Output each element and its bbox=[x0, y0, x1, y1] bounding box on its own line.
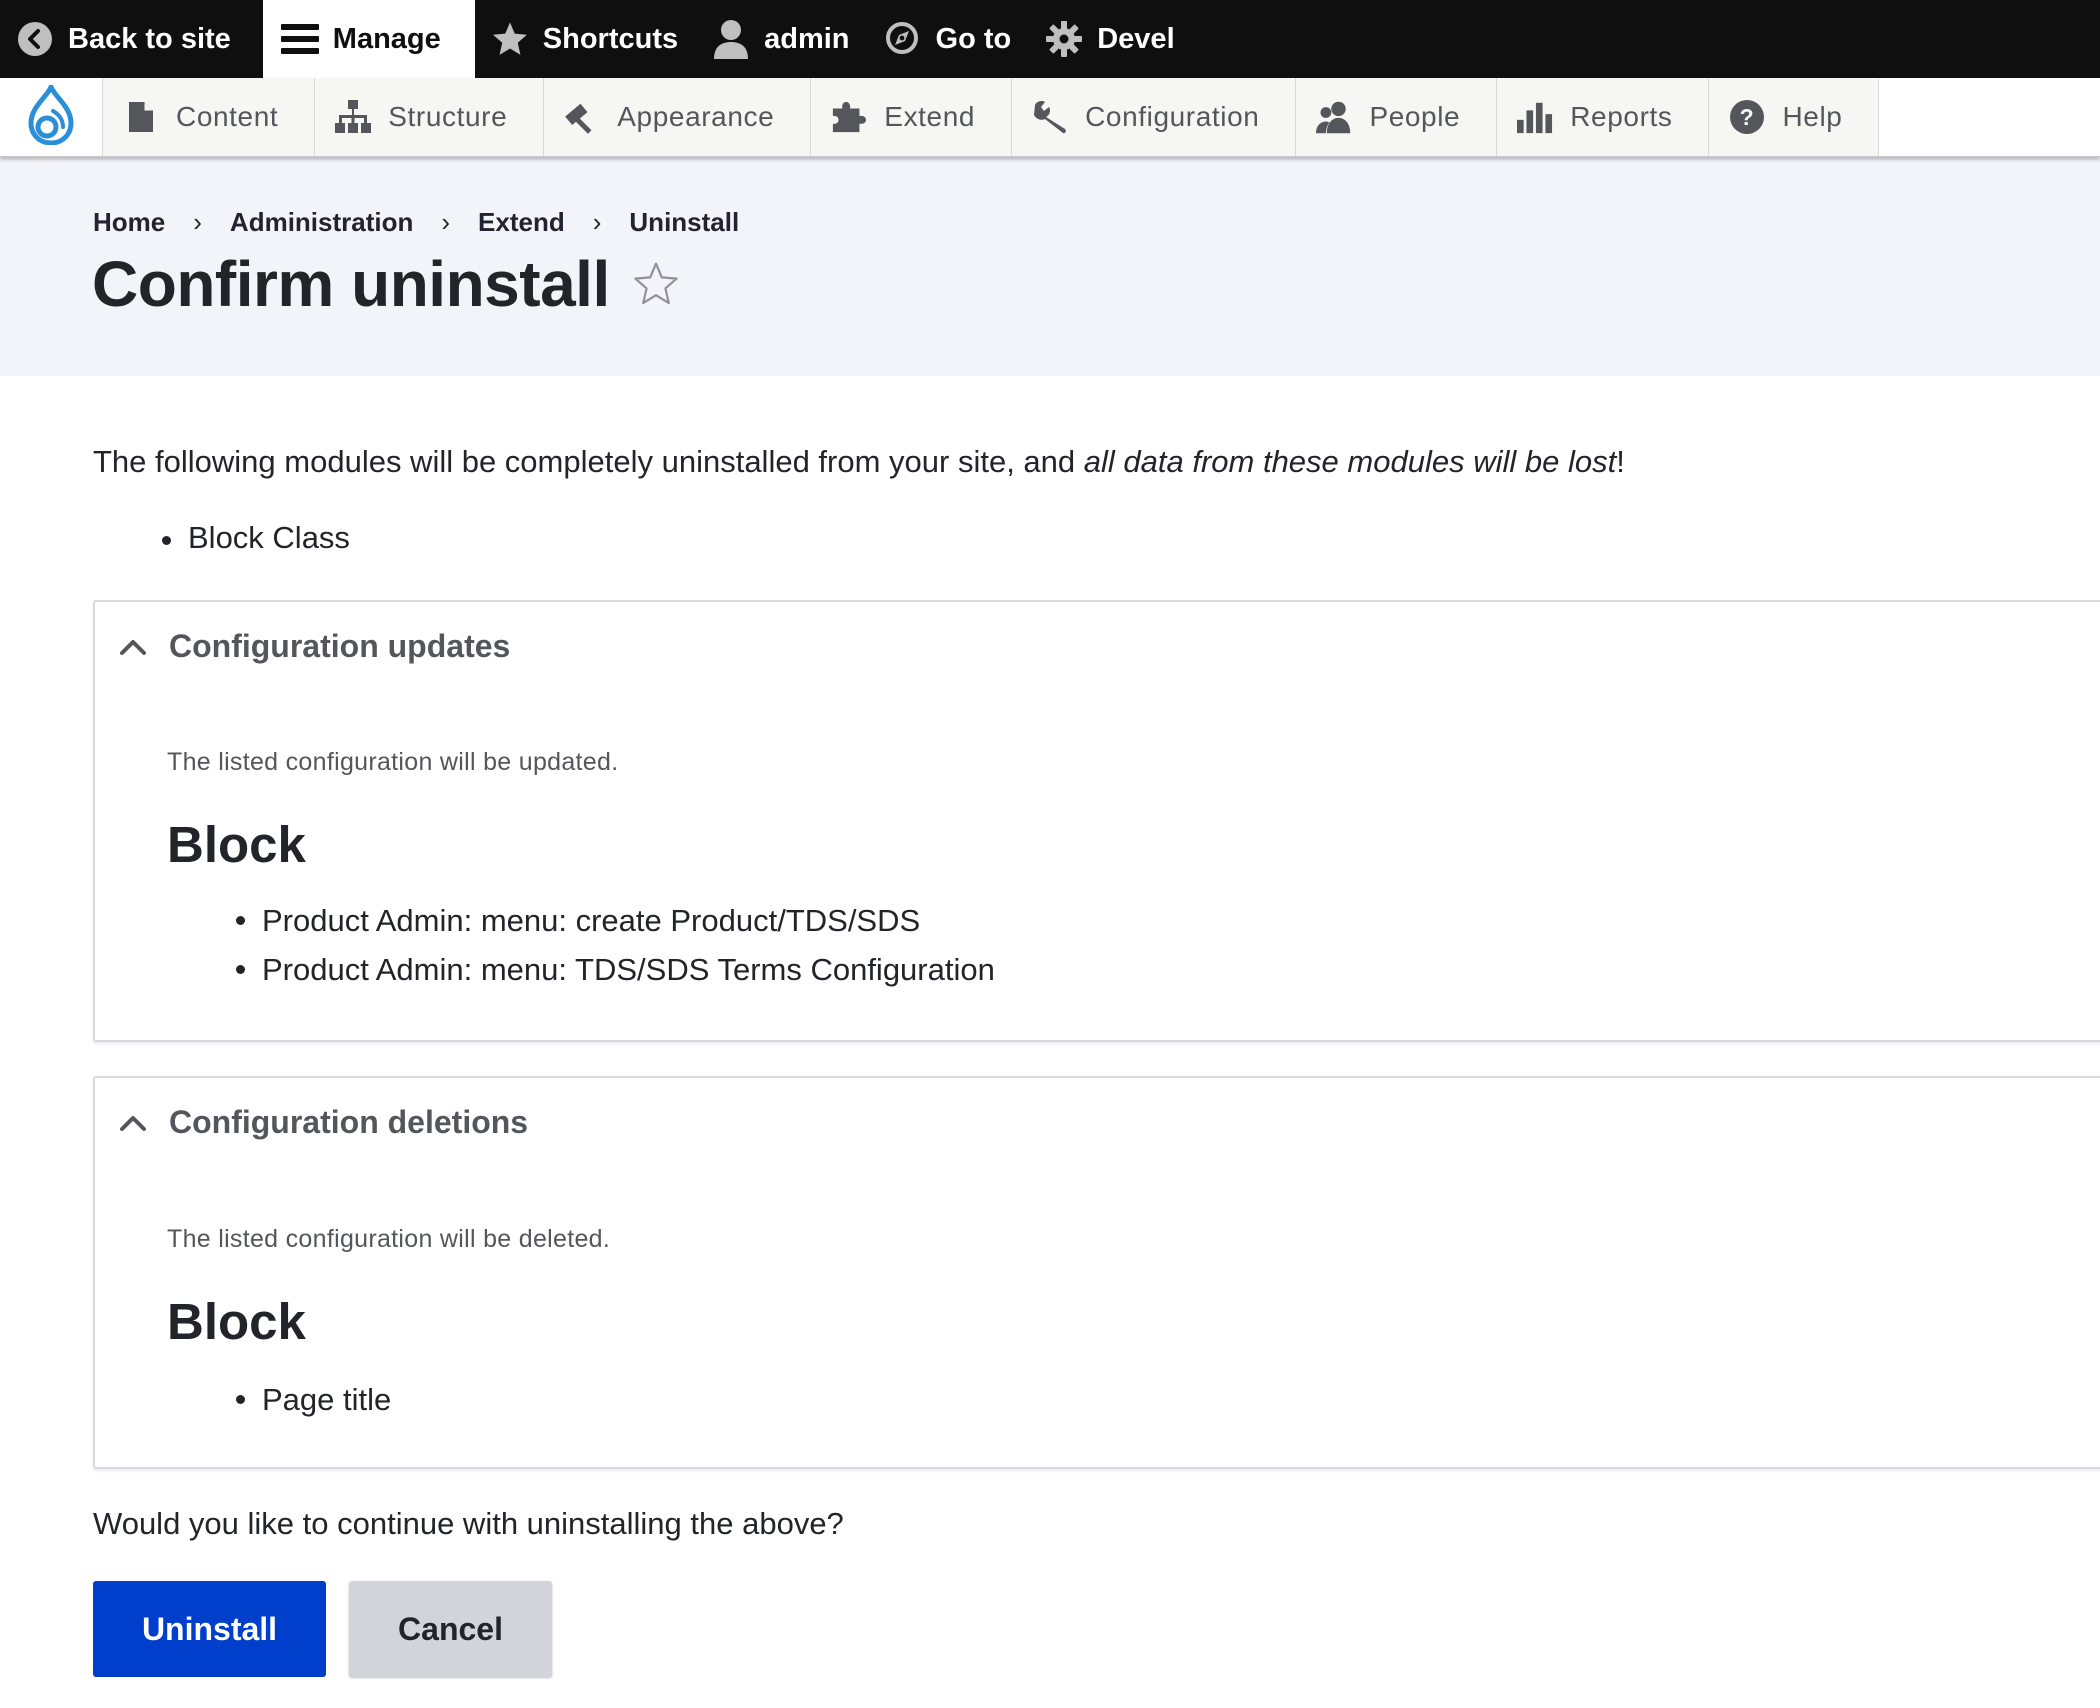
config-group-heading: Block bbox=[167, 816, 306, 873]
list-item: Product Admin: menu: create Product/TDS/… bbox=[236, 896, 995, 945]
page-title: Confirm uninstall bbox=[92, 247, 682, 321]
page-header-region: Home › Administration › Extend › Uninsta… bbox=[0, 157, 2100, 376]
config-list: Product Admin: menu: create Product/TDS/… bbox=[167, 896, 995, 994]
tray-item-label: Content bbox=[176, 101, 279, 132]
breadcrumb-administration[interactable]: Administration bbox=[230, 207, 413, 238]
admin-toolbar: Back to site Manage Shortcuts admin Go t… bbox=[0, 0, 2100, 78]
help-icon: ? bbox=[1729, 99, 1765, 135]
tray-item-label: Structure bbox=[388, 101, 508, 132]
tray-item-label: People bbox=[1369, 101, 1461, 132]
breadcrumb-extend[interactable]: Extend bbox=[478, 207, 565, 238]
breadcrumb-uninstall[interactable]: Uninstall bbox=[629, 207, 739, 238]
sitemap-icon bbox=[335, 99, 372, 135]
module-list: Block Class bbox=[93, 520, 350, 556]
breadcrumb-separator: › bbox=[193, 207, 202, 237]
configuration-deletions-details: Configuration deletions The listed confi… bbox=[93, 1076, 2100, 1469]
breadcrumb-separator: › bbox=[592, 207, 602, 237]
uninstall-intro-text: The following modules will be completely… bbox=[93, 444, 1625, 480]
tray-item-help[interactable]: ? Help bbox=[1709, 78, 1880, 156]
details-description: The listed configuration will be deleted… bbox=[167, 1225, 611, 1253]
back-to-site-label: Back to site bbox=[68, 22, 231, 55]
tray-item-extend[interactable]: Extend bbox=[811, 78, 1013, 156]
devel-tab[interactable]: Devel bbox=[1029, 0, 1192, 78]
tray-item-content[interactable]: Content bbox=[103, 78, 316, 156]
add-to-shortcuts-star-icon[interactable] bbox=[632, 259, 682, 309]
config-list: Page title bbox=[167, 1375, 391, 1424]
tray-item-people[interactable]: People bbox=[1296, 78, 1498, 156]
tray-item-reports[interactable]: Reports bbox=[1497, 78, 1710, 156]
tray-item-label: Reports bbox=[1570, 101, 1673, 132]
tray-item-label: Help bbox=[1782, 101, 1843, 132]
user-tab[interactable]: admin bbox=[696, 0, 867, 78]
star-icon bbox=[491, 20, 529, 58]
puzzle-icon bbox=[831, 99, 867, 135]
page-title-text: Confirm uninstall bbox=[92, 248, 610, 320]
hamburger-menu-icon bbox=[280, 20, 319, 58]
go-to-label: Go to bbox=[935, 22, 1012, 55]
gear-icon bbox=[1045, 20, 1083, 58]
list-item: Page title bbox=[235, 1375, 391, 1424]
tray-item-label: Configuration bbox=[1085, 101, 1260, 132]
compass-search-icon bbox=[884, 20, 922, 58]
breadcrumb-home[interactable]: Home bbox=[93, 207, 165, 238]
summary-label: Configuration deletions bbox=[169, 1104, 529, 1140]
configuration-updates-summary[interactable]: Configuration updates bbox=[119, 628, 510, 665]
confirm-question: Would you like to continue with uninstal… bbox=[93, 1506, 844, 1541]
breadcrumb: Home › Administration › Extend › Uninsta… bbox=[93, 207, 739, 238]
list-item: Block Class bbox=[162, 520, 350, 555]
tray-item-configuration[interactable]: Configuration bbox=[1012, 78, 1297, 156]
list-item: Product Admin: menu: TDS/SDS Terms Confi… bbox=[236, 945, 995, 994]
tray-item-label: Extend bbox=[884, 101, 976, 132]
config-group-heading: Block bbox=[167, 1293, 306, 1350]
shortcuts-tab[interactable]: Shortcuts bbox=[475, 0, 696, 78]
cancel-button[interactable]: Cancel bbox=[349, 1581, 552, 1677]
back-to-site-link[interactable]: Back to site bbox=[0, 0, 251, 78]
chevron-up-icon bbox=[119, 1108, 149, 1138]
paint-roller-icon bbox=[564, 99, 600, 135]
tray-item-structure[interactable]: Structure bbox=[315, 78, 545, 156]
drupal-drop-icon bbox=[27, 79, 75, 150]
user-label: admin bbox=[764, 22, 850, 55]
people-icon bbox=[1316, 99, 1352, 135]
svg-text:?: ? bbox=[1740, 104, 1755, 130]
chevron-up-icon bbox=[119, 632, 149, 662]
details-description: The listed configuration will be updated… bbox=[167, 748, 619, 776]
manage-label: Manage bbox=[332, 22, 441, 55]
configuration-updates-details: Configuration updates The listed configu… bbox=[93, 600, 2100, 1042]
shortcuts-label: Shortcuts bbox=[542, 22, 679, 55]
arrow-left-circle-icon bbox=[16, 20, 54, 58]
summary-label: Configuration updates bbox=[169, 628, 511, 664]
manage-tray: Content Structure Appearance Extend Conf… bbox=[0, 78, 2100, 157]
file-icon bbox=[123, 99, 159, 135]
uninstall-button[interactable]: Uninstall bbox=[93, 1581, 326, 1677]
tray-item-appearance[interactable]: Appearance bbox=[544, 78, 812, 156]
intro-text-emphasis: all data from these modules will be lost bbox=[1083, 444, 1617, 479]
wrench-icon bbox=[1032, 99, 1068, 135]
breadcrumb-separator: › bbox=[441, 207, 451, 237]
go-to-tab[interactable]: Go to bbox=[868, 0, 1030, 78]
intro-text-start: The following modules will be completely… bbox=[93, 444, 1084, 479]
drupal-logo-link[interactable] bbox=[0, 78, 103, 156]
intro-text-end: ! bbox=[1616, 444, 1625, 479]
bar-chart-icon bbox=[1517, 99, 1553, 135]
tray-item-label: Appearance bbox=[617, 101, 775, 132]
configuration-deletions-summary[interactable]: Configuration deletions bbox=[119, 1104, 528, 1141]
user-icon bbox=[712, 20, 750, 59]
manage-tab[interactable]: Manage bbox=[262, 0, 475, 78]
devel-label: Devel bbox=[1097, 22, 1175, 55]
